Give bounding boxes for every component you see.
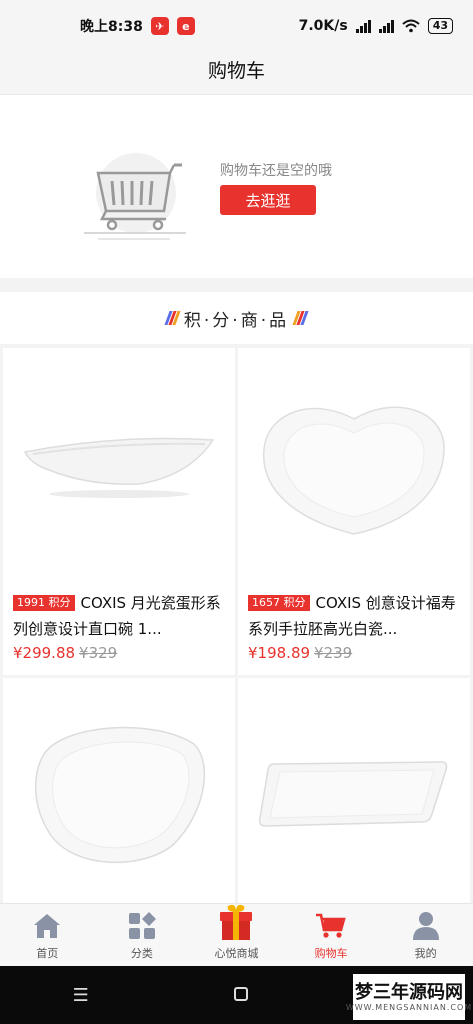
product-image[interactable] [3, 348, 235, 580]
original-price: ¥239 [314, 644, 353, 662]
product-title-block[interactable]: 1657 积分 COXIS 创意设计福寿系列手拉胚高光白瓷... [248, 590, 462, 642]
cart-icon [316, 913, 346, 938]
empty-cart-panel: 购物车还是空的哦 去逛逛 [0, 95, 473, 278]
current-price: ¥198.89 [248, 644, 311, 662]
decor-slashes-right-icon [292, 311, 309, 325]
user-icon [412, 912, 439, 940]
browser-notification-icon: e [176, 17, 195, 35]
decor-slashes-left-icon [164, 311, 181, 325]
tab-label: 购物车 [314, 947, 348, 960]
points-badge: 1657 积分 [248, 595, 310, 611]
empty-cart-illustration [84, 153, 186, 240]
battery-indicator: 43 [427, 18, 453, 34]
tab-home[interactable]: 首页 [0, 904, 95, 967]
product-grid: 1991 积分 COXIS 月光瓷蛋形系列创意设计直口碗 1... ¥299.88… [3, 348, 470, 905]
signal-icon-2 [378, 19, 394, 33]
product-image[interactable] [238, 348, 470, 580]
tab-mall[interactable]: 心悦商城 [189, 904, 284, 967]
product-card[interactable] [238, 678, 470, 905]
product-image[interactable] [3, 678, 235, 905]
status-right: 7.0K/s 43 [299, 18, 453, 34]
product-image[interactable] [238, 678, 470, 905]
tab-cart[interactable]: 购物车 [284, 904, 379, 967]
product-title-block[interactable]: 1991 积分 COXIS 月光瓷蛋形系列创意设计直口碗 1... [13, 590, 227, 642]
menu-icon[interactable]: ☰ [73, 985, 89, 1006]
section-title: 积·分·商·品 [183, 310, 290, 331]
category-icon [128, 912, 156, 939]
current-price: ¥299.88 [13, 644, 76, 662]
go-shopping-button[interactable]: 去逛逛 [220, 185, 316, 215]
watermark-logo: 梦三年源码网 WWW.MENGSANNIAN.COM [346, 974, 471, 1020]
status-time: 晚上8:38 [80, 19, 143, 35]
bowl-image-icon [23, 437, 215, 498]
tab-label: 心悦商城 [214, 947, 259, 960]
product-card[interactable] [3, 678, 235, 905]
home-square-icon[interactable] [233, 985, 248, 1006]
points-products-header: 积·分·商·品 [0, 292, 473, 344]
tab-label: 分类 [130, 947, 153, 960]
points-badge: 1991 积分 [13, 595, 75, 611]
signal-icon [355, 19, 371, 33]
price-row: ¥198.89 ¥239 [248, 644, 352, 662]
product-card[interactable]: 1991 积分 COXIS 月光瓷蛋形系列创意设计直口碗 1... ¥299.88… [3, 348, 235, 675]
empty-cart-message: 购物车还是空的哦 [220, 163, 332, 179]
gift-icon [220, 904, 253, 940]
watermark-main: 梦三年源码网 [355, 981, 463, 1003]
home-icon [34, 914, 61, 938]
tab-profile[interactable]: 我的 [378, 904, 473, 967]
tab-label: 我的 [414, 947, 437, 960]
page-title: 购物车 [207, 59, 265, 82]
rect-plate-image-icon [258, 761, 448, 827]
tab-category[interactable]: 分类 [95, 904, 190, 967]
page-header: 购物车 [0, 44, 473, 95]
heart-plate-image-icon [262, 406, 445, 535]
product-card[interactable]: 1657 积分 COXIS 创意设计福寿系列手拉胚高光白瓷... ¥198.89 ¥… [238, 348, 470, 675]
app-notification-icon: ✈ [150, 17, 169, 35]
watermark-sub: WWW.MENGSANNIAN.COM [345, 1002, 473, 1012]
bottom-tab-bar: 首页 分类 心悦商城 购物车 我的 [0, 903, 473, 967]
wifi-icon [402, 19, 420, 33]
network-speed: 7.0K/s [298, 18, 348, 34]
price-row: ¥299.88 ¥329 [13, 644, 117, 662]
egg-plate-image-icon [34, 726, 206, 864]
original-price: ¥329 [79, 644, 118, 662]
tab-label: 首页 [36, 947, 59, 960]
status-left: 晚上8:38 ✈ e [80, 16, 195, 36]
